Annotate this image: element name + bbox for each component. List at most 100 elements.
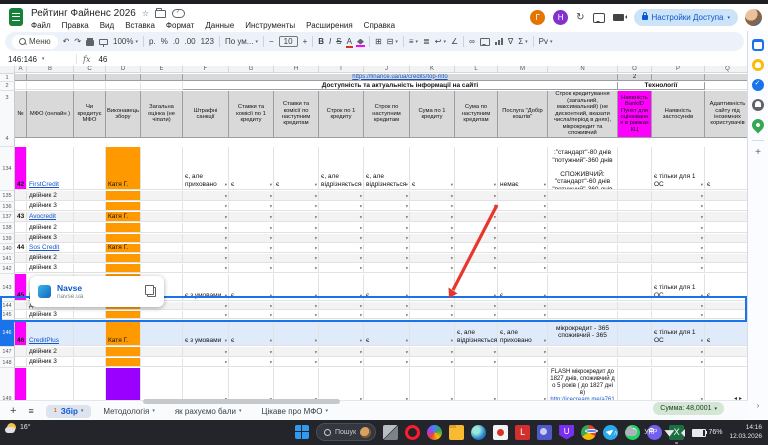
create-filter-button[interactable]: ∇ xyxy=(508,37,513,46)
cell-dropdown-icon[interactable]: ▾ xyxy=(360,303,362,308)
share-dropdown-icon[interactable]: ▾ xyxy=(727,15,730,21)
redo-button[interactable]: ↷ xyxy=(74,37,81,46)
grid-cell[interactable]: ▾ xyxy=(652,244,705,253)
meet-icon[interactable] xyxy=(613,14,624,21)
calendar-icon[interactable] xyxy=(752,39,764,51)
grid-cell[interactable]: є▾ xyxy=(410,147,455,190)
cell-dropdown-icon[interactable]: ▾ xyxy=(544,203,546,208)
column-header-M[interactable]: M xyxy=(498,66,548,73)
text-color-button[interactable]: A xyxy=(347,37,352,46)
grid-cell[interactable]: ▾ xyxy=(410,254,455,263)
grid-cell[interactable]: ▾ xyxy=(274,320,319,346)
grid-cell[interactable]: ▾ xyxy=(410,212,455,222)
grid-cell[interactable] xyxy=(74,234,106,243)
cell-dropdown-icon[interactable]: ▾ xyxy=(315,359,317,364)
cell-dropdown-icon[interactable]: ▾ xyxy=(406,203,408,208)
grid-cell[interactable]: ▾ xyxy=(498,368,548,400)
cell-dropdown-icon[interactable]: ▾ xyxy=(544,293,546,298)
teams-icon[interactable] xyxy=(537,425,552,440)
cell-dropdown-icon[interactable]: ▾ xyxy=(315,193,317,198)
grid-cell[interactable] xyxy=(548,347,618,357)
grid-cell[interactable]: ▾ xyxy=(229,202,274,211)
cell-dropdown-icon[interactable]: ▾ xyxy=(270,235,272,240)
task-view-icon[interactable] xyxy=(383,425,398,440)
grid-cell[interactable]: ▾ xyxy=(410,223,455,233)
grid-cell[interactable] xyxy=(652,74,705,81)
row-header-141[interactable]: 141 xyxy=(0,254,15,264)
menu-Вставка[interactable]: Вставка xyxy=(125,21,155,30)
cell-dropdown-icon[interactable]: ▾ xyxy=(451,255,453,260)
grid-cell[interactable] xyxy=(618,302,652,310)
row-header-136[interactable]: 136 xyxy=(0,202,15,212)
cell-dropdown-icon[interactable]: ▾ xyxy=(494,338,496,343)
cell-dropdown-icon[interactable]: ▾ xyxy=(451,235,453,240)
grid-cell[interactable] xyxy=(141,254,183,263)
cell-dropdown-icon[interactable]: ▾ xyxy=(270,312,272,317)
clock[interactable]: 14:1612.03.2026 xyxy=(729,424,762,440)
grid-cell[interactable]: двійник 3 xyxy=(27,202,74,211)
grid-cell[interactable]: ▾ xyxy=(652,264,705,273)
grid-cell[interactable] xyxy=(548,311,618,319)
row-header[interactable]: 1 xyxy=(0,74,15,82)
row-header-147[interactable]: 147 xyxy=(0,347,15,358)
grid-cell[interactable]: ▾ xyxy=(274,202,319,211)
grid-cell[interactable] xyxy=(27,74,74,81)
grid-cell[interactable] xyxy=(618,254,652,263)
cell-dropdown-icon[interactable]: ▾ xyxy=(406,245,408,250)
grid-cell[interactable]: Катя Г. xyxy=(106,212,141,222)
grid-cell[interactable]: є▾ xyxy=(364,320,410,346)
cell-dropdown-icon[interactable]: ▾ xyxy=(494,303,496,308)
cell-dropdown-icon[interactable]: ▾ xyxy=(701,203,703,208)
menu-Справка[interactable]: Справка xyxy=(364,21,395,30)
formula-input[interactable]: 46 xyxy=(98,55,107,64)
grid-cell[interactable] xyxy=(705,74,748,81)
grid-cell[interactable]: ▾ xyxy=(455,244,498,253)
grid-cell[interactable]: ▾ xyxy=(319,202,364,211)
grid-cell[interactable] xyxy=(141,212,183,222)
grid-cell[interactable] xyxy=(618,320,652,346)
all-sheets-button[interactable]: ≡ xyxy=(28,406,33,416)
grid-cell[interactable] xyxy=(618,244,652,253)
number-format-button[interactable]: 123 xyxy=(201,37,214,46)
grid-cell[interactable] xyxy=(74,311,106,319)
sheet-tab-Методологія[interactable]: Методологія▾ xyxy=(95,405,162,418)
cell-dropdown-icon[interactable]: ▾ xyxy=(544,182,546,187)
column-header-H[interactable]: H xyxy=(274,66,319,73)
cell-dropdown-icon[interactable]: ▾ xyxy=(315,214,317,219)
grid-cell[interactable]: ▾ xyxy=(183,191,229,201)
bold-button[interactable]: B xyxy=(318,37,324,46)
grid-cell[interactable] xyxy=(618,368,652,400)
cell-dropdown-icon[interactable]: ▾ xyxy=(315,225,317,230)
row-header-149[interactable]: 149 xyxy=(0,368,15,400)
cell-dropdown-icon[interactable]: ▾ xyxy=(270,193,272,198)
grid-cell[interactable]: є, але приховано▾ xyxy=(183,147,229,190)
cell-dropdown-icon[interactable]: ▾ xyxy=(451,245,453,250)
grid-cell[interactable]: CreditPlus xyxy=(27,320,74,346)
grid-cell[interactable]: ▾ xyxy=(229,302,274,310)
grid-cell[interactable]: ▾ xyxy=(364,264,410,273)
cell-dropdown-icon[interactable]: ▾ xyxy=(494,225,496,230)
cell-dropdown-icon[interactable]: ▾ xyxy=(315,312,317,317)
grid-cell[interactable] xyxy=(15,358,27,367)
grid-cell[interactable]: ▾ xyxy=(705,202,748,211)
grid-cell[interactable]: є▾ xyxy=(229,147,274,190)
column-header-I[interactable]: I xyxy=(319,66,364,73)
weather-widget[interactable]: 16° xyxy=(7,423,31,432)
grid-cell[interactable]: ▾ xyxy=(229,191,274,201)
grid-cell[interactable]: ▾ xyxy=(319,212,364,222)
start-button[interactable] xyxy=(295,425,309,439)
grid-cell[interactable]: ▾ xyxy=(410,234,455,243)
grid-cell[interactable]: ▾ xyxy=(455,191,498,201)
cell-dropdown-icon[interactable]: ▾ xyxy=(406,312,408,317)
cell-dropdown-icon[interactable]: ▾ xyxy=(406,182,408,187)
name-box[interactable]: 146:146▾ xyxy=(0,55,70,64)
cell-dropdown-icon[interactable]: ▾ xyxy=(701,245,703,250)
grid-cell[interactable]: ▾ xyxy=(498,302,548,310)
grid-cell[interactable]: ▾ xyxy=(455,264,498,273)
grid-cell[interactable] xyxy=(141,320,183,346)
user-avatar[interactable] xyxy=(745,9,762,26)
cell-dropdown-icon[interactable]: ▾ xyxy=(360,203,362,208)
column-header-P[interactable]: P xyxy=(652,66,705,73)
grid-cell[interactable]: ▾ xyxy=(364,311,410,319)
grid-cell[interactable] xyxy=(15,254,27,263)
